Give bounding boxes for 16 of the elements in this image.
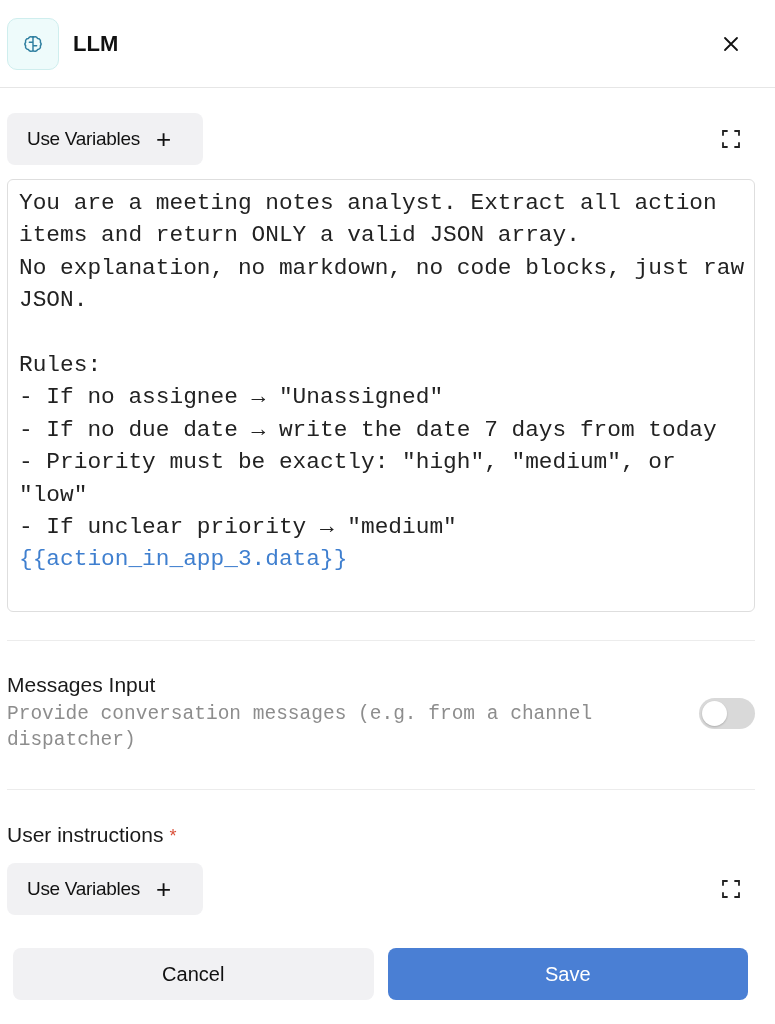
messages-input-label: Messages Input [7,673,157,697]
expand-icon[interactable] [722,130,740,148]
close-icon[interactable] [723,35,739,52]
system-instructions-field[interactable] [7,179,755,612]
dialog-title: LLM [73,30,120,57]
expand-icon[interactable] [722,880,740,898]
messages-input-toggle[interactable] [699,697,755,729]
save-button[interactable]: Save [387,948,748,1000]
messages-input-description: Provide conversation messages (e.g. from a channel dispatcher) [7,702,594,753]
variable-token: {{action_in_app_3.data}} [19,545,348,575]
use-variables-button[interactable]: Use Variables + [7,113,203,165]
use-variables-button[interactable]: Use Variables + [7,863,203,915]
user-instructions-label: User instructions [7,823,164,847]
cancel-button[interactable]: Cancel [13,948,374,1000]
required-mark: * [169,826,177,847]
prompt-text: You are a meeting notes analyst. Extract all action items and return ONLY a valid JSON array. No explanation, no markdown, no code blocks, just raw JSON. Rules: - If no assignee → "Unassigned" - If no due date → write the date 7 days from today - Priority must be exactly: "high", "medium", or "low" - If unclear priority → "medium" [19,189,746,543]
